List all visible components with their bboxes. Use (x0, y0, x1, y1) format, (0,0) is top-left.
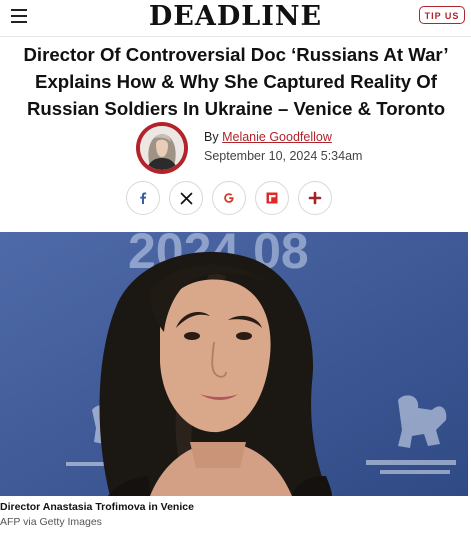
share-google-button[interactable] (212, 181, 246, 215)
site-logo[interactable]: DEADLINE (0, 1, 471, 32)
x-icon (180, 192, 192, 204)
plus-icon (308, 191, 322, 205)
image-credit: AFP via Getty Images (0, 516, 102, 528)
flipboard-icon (266, 192, 278, 204)
image-caption: Director Anastasia Trofimova in Venice (0, 501, 194, 513)
hero-photo: 2024 08 (0, 232, 468, 496)
share-facebook-button[interactable] (126, 181, 160, 215)
author-avatar[interactable] (136, 122, 188, 174)
header-divider (0, 36, 471, 37)
share-x-button[interactable] (169, 181, 203, 215)
site-header: DEADLINE TIP US (0, 0, 471, 36)
google-icon (224, 193, 234, 203)
author-portrait (140, 126, 184, 170)
share-more-button[interactable] (298, 181, 332, 215)
tip-us-button[interactable]: TIP US (419, 6, 465, 24)
facebook-icon (140, 192, 147, 204)
byline-prefix: By (204, 130, 219, 144)
article-hero-image[interactable]: 2024 08 (0, 232, 468, 496)
author-link[interactable]: Melanie Goodfellow (222, 130, 332, 144)
publish-date: September 10, 2024 5:34am (204, 149, 363, 163)
article-headline: Director Of Controversial Doc ‘Russians … (23, 44, 449, 119)
byline: By Melanie Goodfellow (204, 130, 332, 144)
share-flipboard-button[interactable] (255, 181, 289, 215)
